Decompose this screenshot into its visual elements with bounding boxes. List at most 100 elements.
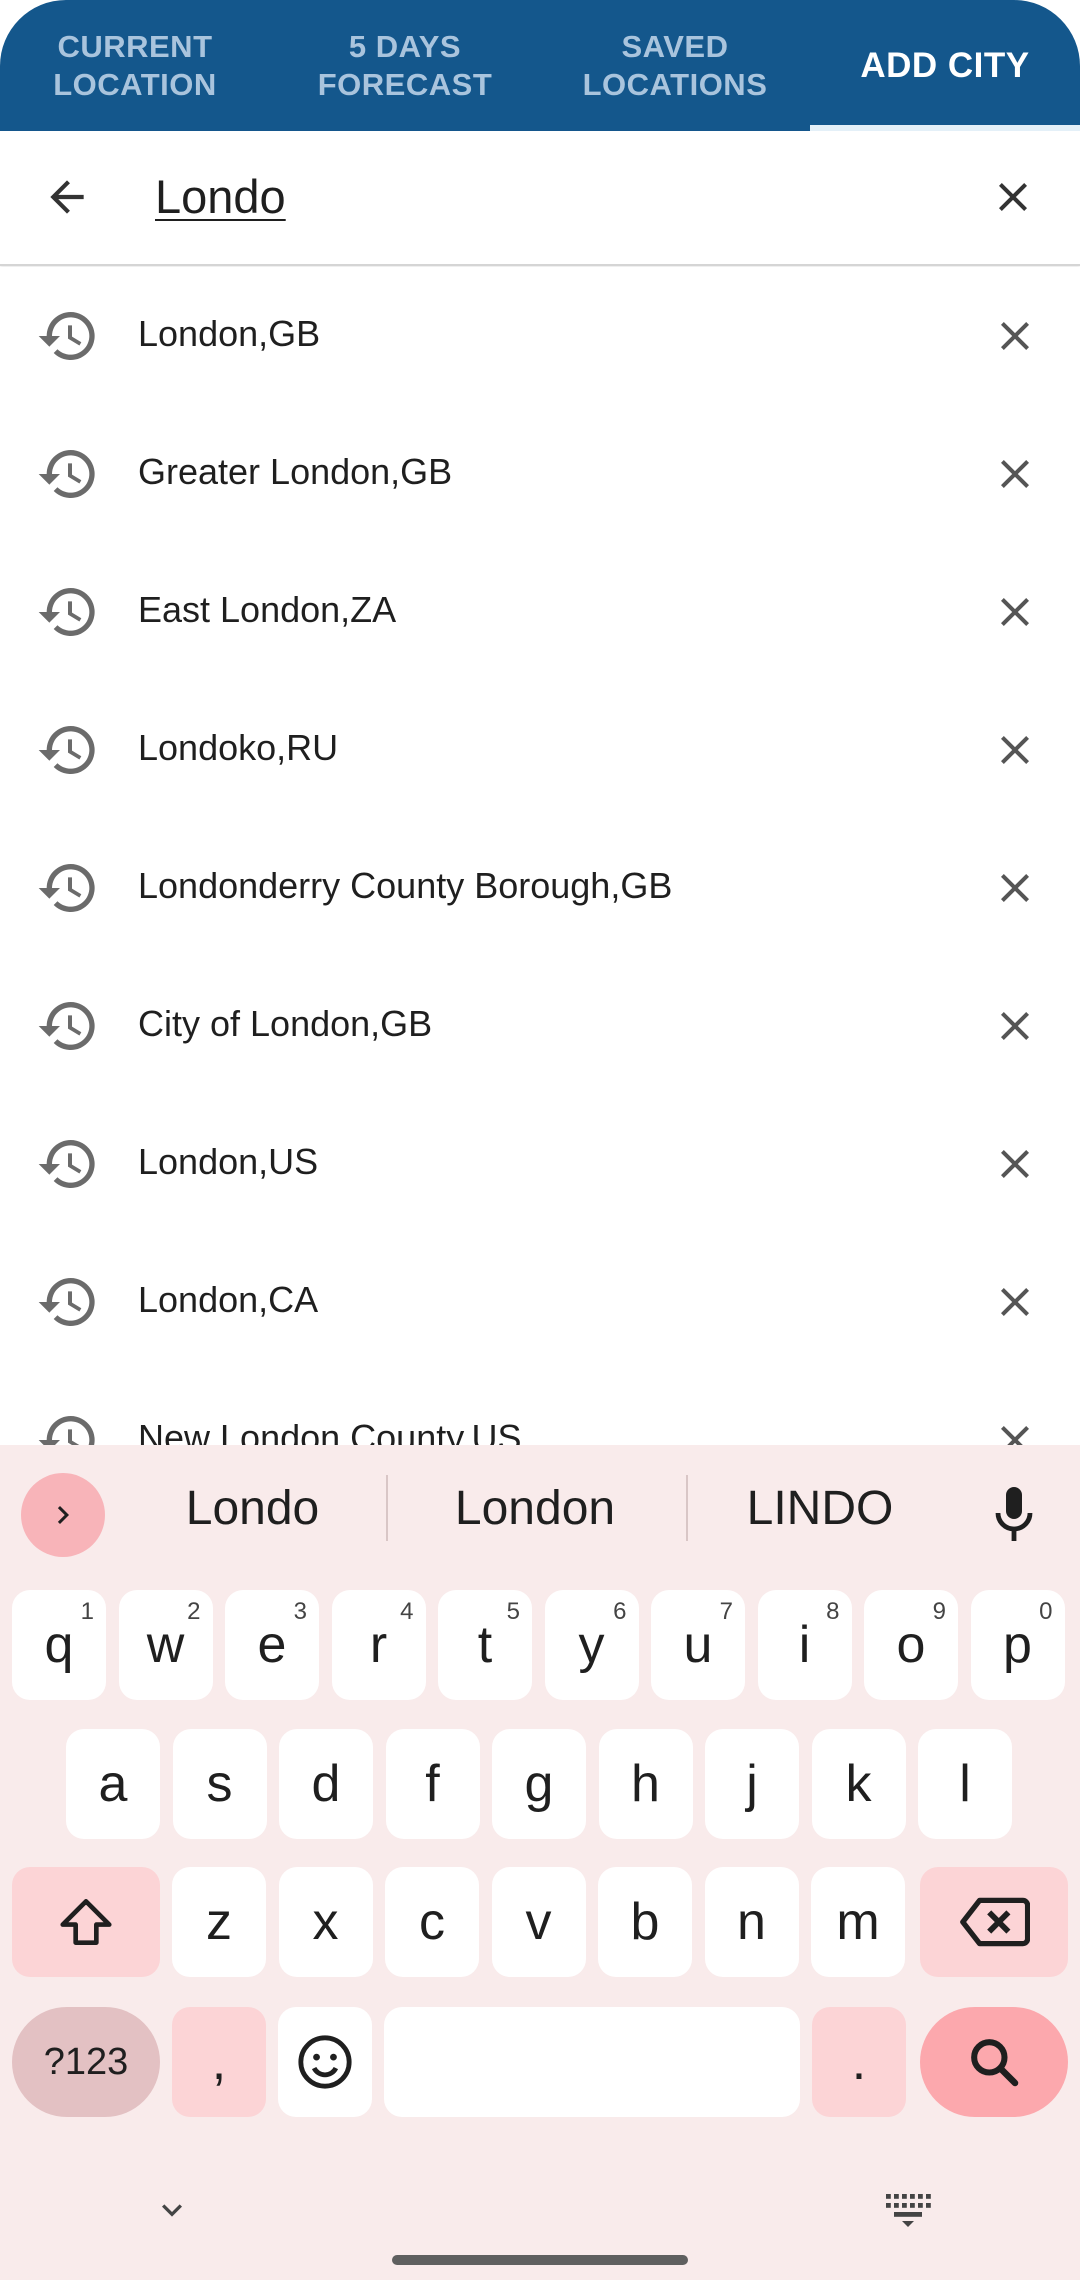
history-icon (36, 994, 100, 1058)
remove-suggestion-icon[interactable] (986, 445, 1044, 503)
tab-saved-locations[interactable]: SAVED LOCATIONS (540, 0, 810, 131)
remove-suggestion-icon[interactable] (986, 1411, 1044, 1445)
key-m[interactable]: m (811, 1867, 905, 1977)
suggestion-label: London,CA (138, 1279, 319, 1320)
key-t[interactable]: t5 (438, 1590, 532, 1700)
search-key[interactable] (920, 2007, 1068, 2117)
history-icon (36, 856, 100, 920)
key-label: w (146, 1616, 185, 1674)
key-h[interactable]: h (598, 1729, 693, 1839)
key-label: u (683, 1616, 713, 1674)
back-arrow-icon[interactable] (36, 166, 98, 228)
suggestion-row[interactable]: East London,ZA (0, 543, 1080, 681)
key-hint: 7 (719, 1598, 733, 1625)
keyboard-switch-icon[interactable] (884, 2190, 932, 2235)
suggestion-row[interactable]: Greater London,GB (0, 405, 1080, 543)
key-c[interactable]: c (385, 1867, 479, 1977)
suggestion-label: New London County,US (138, 1417, 522, 1445)
remove-suggestion-icon[interactable] (986, 307, 1044, 365)
history-icon (36, 442, 100, 506)
suggestion-label: City of London,GB (138, 1003, 433, 1044)
remove-suggestion-icon[interactable] (986, 997, 1044, 1055)
shift-key[interactable] (12, 1867, 160, 1977)
suggestion-row[interactable]: London,GB (0, 267, 1080, 405)
key-label: p (1003, 1616, 1032, 1674)
keyboard-suggestion-3[interactable]: LINDO (710, 1481, 930, 1536)
backspace-key[interactable] (920, 1867, 1068, 1977)
key-d[interactable]: d (279, 1729, 373, 1839)
key-j[interactable]: j (705, 1729, 799, 1839)
expand-chevron-icon[interactable] (21, 1473, 105, 1557)
suggestion-list: London,GB Greater London,GB East London,ZA… (0, 267, 1080, 1445)
soft-keyboard: Londo London LINDO q1w2e3r4t5y6u7i8o9p0a… (0, 1445, 1080, 2280)
key-hint: 1 (80, 1598, 94, 1625)
remove-suggestion-icon[interactable] (986, 859, 1044, 917)
suggestion-row[interactable]: City of London,GB (0, 957, 1080, 1095)
key-u[interactable]: u7 (651, 1590, 745, 1700)
suggestion-row[interactable]: New London County,US (0, 1371, 1080, 1445)
comma-key[interactable]: , (172, 2007, 266, 2117)
search-input[interactable]: Londo (155, 169, 286, 224)
key-e[interactable]: e3 (225, 1590, 319, 1700)
clear-search-icon[interactable] (982, 166, 1044, 228)
key-hint: 0 (1039, 1598, 1053, 1625)
key-s[interactable]: s (172, 1729, 267, 1839)
suggestion-label: Greater London,GB (138, 451, 453, 492)
keyboard-suggestion-2[interactable]: London (420, 1481, 650, 1536)
key-w[interactable]: w2 (118, 1590, 213, 1700)
remove-suggestion-icon[interactable] (986, 721, 1044, 779)
key-o[interactable]: o9 (864, 1590, 958, 1700)
tab-current-location[interactable]: CURRENT LOCATION (0, 0, 270, 131)
key-a[interactable]: a (66, 1729, 160, 1839)
key-y[interactable]: y6 (544, 1590, 639, 1700)
key-q[interactable]: q1 (12, 1590, 106, 1700)
suggestion-row[interactable]: London,CA (0, 1233, 1080, 1371)
key-b[interactable]: b (598, 1867, 692, 1977)
key-hint: 2 (187, 1598, 201, 1625)
symbols-key[interactable]: ?123 (12, 2007, 160, 2117)
key-f[interactable]: f (385, 1729, 480, 1839)
tab-5-days-forecast[interactable]: 5 DAYS FORECAST (270, 0, 540, 131)
suggestion-label: London,US (138, 1141, 319, 1182)
key-label: r (369, 1616, 388, 1674)
emoji-key[interactable] (278, 2007, 372, 2117)
emoji-icon (298, 2035, 352, 2089)
key-i[interactable]: i8 (757, 1590, 852, 1700)
key-x[interactable]: x (278, 1867, 373, 1977)
key-p[interactable]: p0 (970, 1590, 1065, 1700)
remove-suggestion-icon[interactable] (986, 1135, 1044, 1193)
suggestion-row[interactable]: Londoko,RU (0, 681, 1080, 819)
key-k[interactable]: k (811, 1729, 906, 1839)
space-key[interactable] (384, 2007, 800, 2117)
tab-bar: CURRENT LOCATION 5 DAYS FORECAST SAVED L… (0, 0, 1080, 131)
home-indicator[interactable] (392, 2255, 688, 2265)
key-hint: 8 (826, 1598, 840, 1625)
period-key[interactable]: . (812, 2007, 906, 2117)
key-v[interactable]: v (491, 1867, 586, 1977)
keyboard-suggestion-1[interactable]: Londo (150, 1481, 355, 1536)
history-icon (36, 1408, 100, 1445)
key-g[interactable]: g (492, 1729, 586, 1839)
suggestion-row[interactable]: Londonderry County Borough,GB (0, 819, 1080, 957)
key-r[interactable]: r4 (331, 1590, 426, 1700)
history-icon (36, 1270, 100, 1334)
search-icon (971, 2039, 1019, 2087)
microphone-icon[interactable] (984, 1480, 1044, 1550)
remove-suggestion-icon[interactable] (986, 1273, 1044, 1331)
key-label: y (578, 1616, 605, 1674)
suggestion-label: Londonderry County Borough,GB (138, 865, 673, 906)
suggestion-label: London,GB (138, 313, 321, 354)
suggestion-row[interactable]: London,US (0, 1095, 1080, 1233)
key-n[interactable]: n (704, 1867, 799, 1977)
key-label: q (44, 1616, 74, 1674)
key-label: e (257, 1616, 287, 1674)
tab-add-city[interactable]: ADD CITY (810, 0, 1080, 131)
key-label: o (896, 1616, 926, 1674)
key-l[interactable]: l (918, 1729, 1012, 1839)
hide-keyboard-chevron-icon[interactable] (152, 2190, 192, 2235)
history-icon (36, 304, 100, 368)
key-z[interactable]: z (172, 1867, 266, 1977)
remove-suggestion-icon[interactable] (986, 583, 1044, 641)
key-hint: 5 (506, 1598, 520, 1625)
keyboard-suggestion-bar: Londo London LINDO (0, 1445, 1080, 1565)
